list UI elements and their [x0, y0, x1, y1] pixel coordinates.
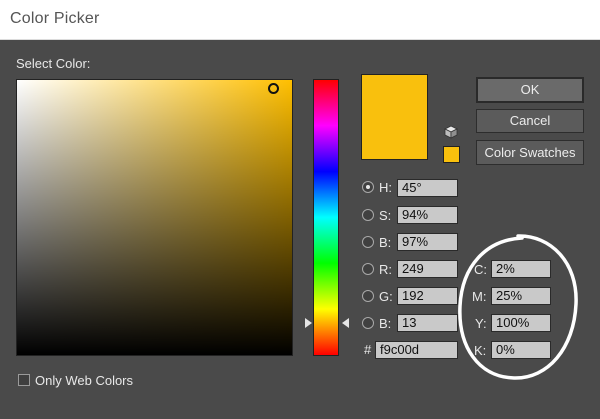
hex-field[interactable]: f9c00d — [375, 341, 458, 359]
title-bar: Color Picker — [0, 0, 600, 40]
hex-symbol: # — [364, 342, 372, 357]
r-field[interactable]: 249 — [397, 260, 458, 278]
dialog-body: Select Color: OK Cancel Color Swatches H… — [0, 40, 600, 419]
radio-r[interactable] — [362, 263, 374, 275]
window-title: Color Picker — [10, 10, 100, 27]
radio-blue[interactable] — [362, 317, 374, 329]
h-field[interactable]: 45° — [397, 179, 458, 197]
only-web-colors-label: Only Web Colors — [35, 373, 134, 388]
hue-slider[interactable] — [313, 79, 339, 356]
s-field[interactable]: 94% — [397, 206, 458, 224]
new-color-preview — [361, 74, 428, 160]
b-field[interactable]: 97% — [397, 233, 458, 251]
s-label: S: — [379, 208, 392, 223]
g-label: G: — [379, 289, 393, 304]
only-web-colors-checkbox[interactable] — [18, 374, 30, 386]
r-label: R: — [379, 262, 392, 277]
cube-icon[interactable] — [444, 125, 458, 139]
color-field-selector[interactable] — [268, 83, 279, 94]
radio-g[interactable] — [362, 290, 374, 302]
gamut-color-swatch[interactable] — [443, 146, 460, 163]
cancel-button[interactable]: Cancel — [476, 109, 584, 133]
select-color-label: Select Color: — [16, 56, 91, 71]
highlight-circle — [458, 234, 578, 380]
blue-label: B: — [379, 316, 392, 331]
blue-field[interactable]: 13 — [397, 314, 458, 332]
h-label: H: — [379, 180, 392, 195]
radio-h[interactable] — [362, 181, 374, 193]
hue-slider-right-arrow[interactable] — [342, 318, 349, 328]
color-picker-window: Color Picker Select Color: OK Cancel Col… — [0, 0, 600, 419]
ok-button[interactable]: OK — [476, 77, 584, 103]
color-swatches-button[interactable]: Color Swatches — [476, 140, 584, 165]
radio-b[interactable] — [362, 236, 374, 248]
hue-slider-left-arrow[interactable] — [305, 318, 312, 328]
radio-s[interactable] — [362, 209, 374, 221]
color-field[interactable] — [16, 79, 293, 356]
g-field[interactable]: 192 — [397, 287, 458, 305]
b-label: B: — [379, 235, 392, 250]
